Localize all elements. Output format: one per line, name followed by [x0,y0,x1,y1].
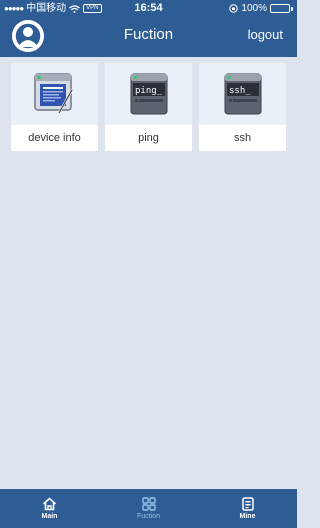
tab-mine[interactable]: Mine [198,489,297,528]
tab-bar: Main Fuction Mine [0,489,297,528]
function-card-ping[interactable]: ping_ ping [104,62,193,151]
orientation-lock-icon [229,4,239,13]
ping-terminal-icon: ping_ [130,73,167,115]
ssh-icon-text: ssh_ [229,86,251,96]
tab-main[interactable]: Main [0,489,99,528]
function-label: device info [11,125,98,151]
function-grid-icon [141,497,156,511]
home-icon [42,497,57,511]
logout-button[interactable]: logout [248,27,283,42]
battery-percent: 100% [241,3,267,14]
function-card-device-info[interactable]: device info [10,62,99,151]
function-grid: device info ping_ ping ssh_ ssh [10,62,287,151]
function-card-ssh[interactable]: ssh_ ssh [198,62,287,151]
function-label: ping [105,125,192,151]
tab-main-label: Main [41,513,58,520]
nav-bar: Fuction logout [0,17,297,57]
battery-icon [270,4,293,13]
tab-function-label: Fuction [137,513,160,520]
function-label: ssh [199,125,286,151]
ping-icon-text: ping_ [135,86,163,96]
mine-icon [241,497,254,511]
top-bar: ●●●●● 中国移动 VPN 16:54 100% Fuction logout [0,0,297,57]
tab-function[interactable]: Fuction [99,489,198,528]
tab-mine-label: Mine [239,513,256,520]
device-info-icon [33,73,73,115]
ssh-terminal-icon: ssh_ [224,73,261,115]
status-bar: ●●●●● 中国移动 VPN 16:54 100% [0,0,297,17]
